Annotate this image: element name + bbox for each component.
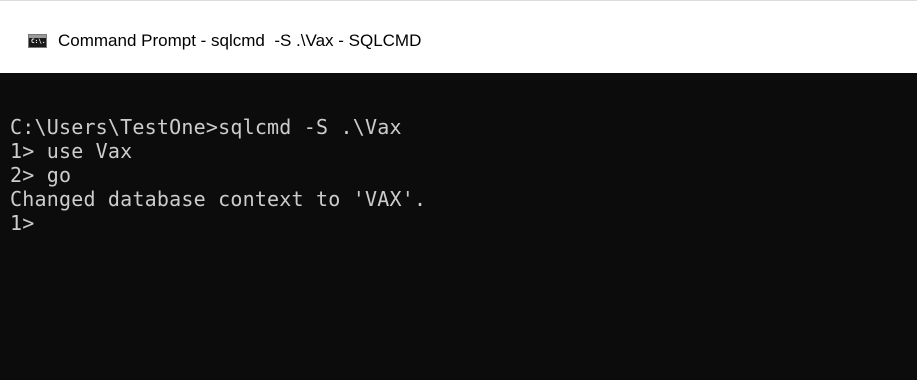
command-prompt-window: C:\. Command Prompt - sqlcmd -S .\Vax - …	[0, 0, 917, 380]
icon-glyph: C:\.	[31, 38, 46, 45]
console-prompt[interactable]: 1>	[10, 211, 917, 235]
title-bar[interactable]: C:\. Command Prompt - sqlcmd -S .\Vax - …	[0, 0, 917, 73]
console-line-result: Changed database context to 'VAX'.	[10, 187, 427, 211]
console-line-command: C:\Users\TestOne>sqlcmd -S .\Vax	[10, 115, 402, 139]
console-line-go: 2> go	[10, 163, 72, 187]
window-title: Command Prompt - sqlcmd -S .\Vax - SQLCM…	[58, 31, 422, 50]
cmd-console-icon[interactable]: C:\.	[28, 34, 47, 48]
console-output[interactable]: C:\Users\TestOne>sqlcmd -S .\Vax 1> use …	[0, 73, 917, 380]
console-line-use: 1> use Vax	[10, 139, 133, 163]
